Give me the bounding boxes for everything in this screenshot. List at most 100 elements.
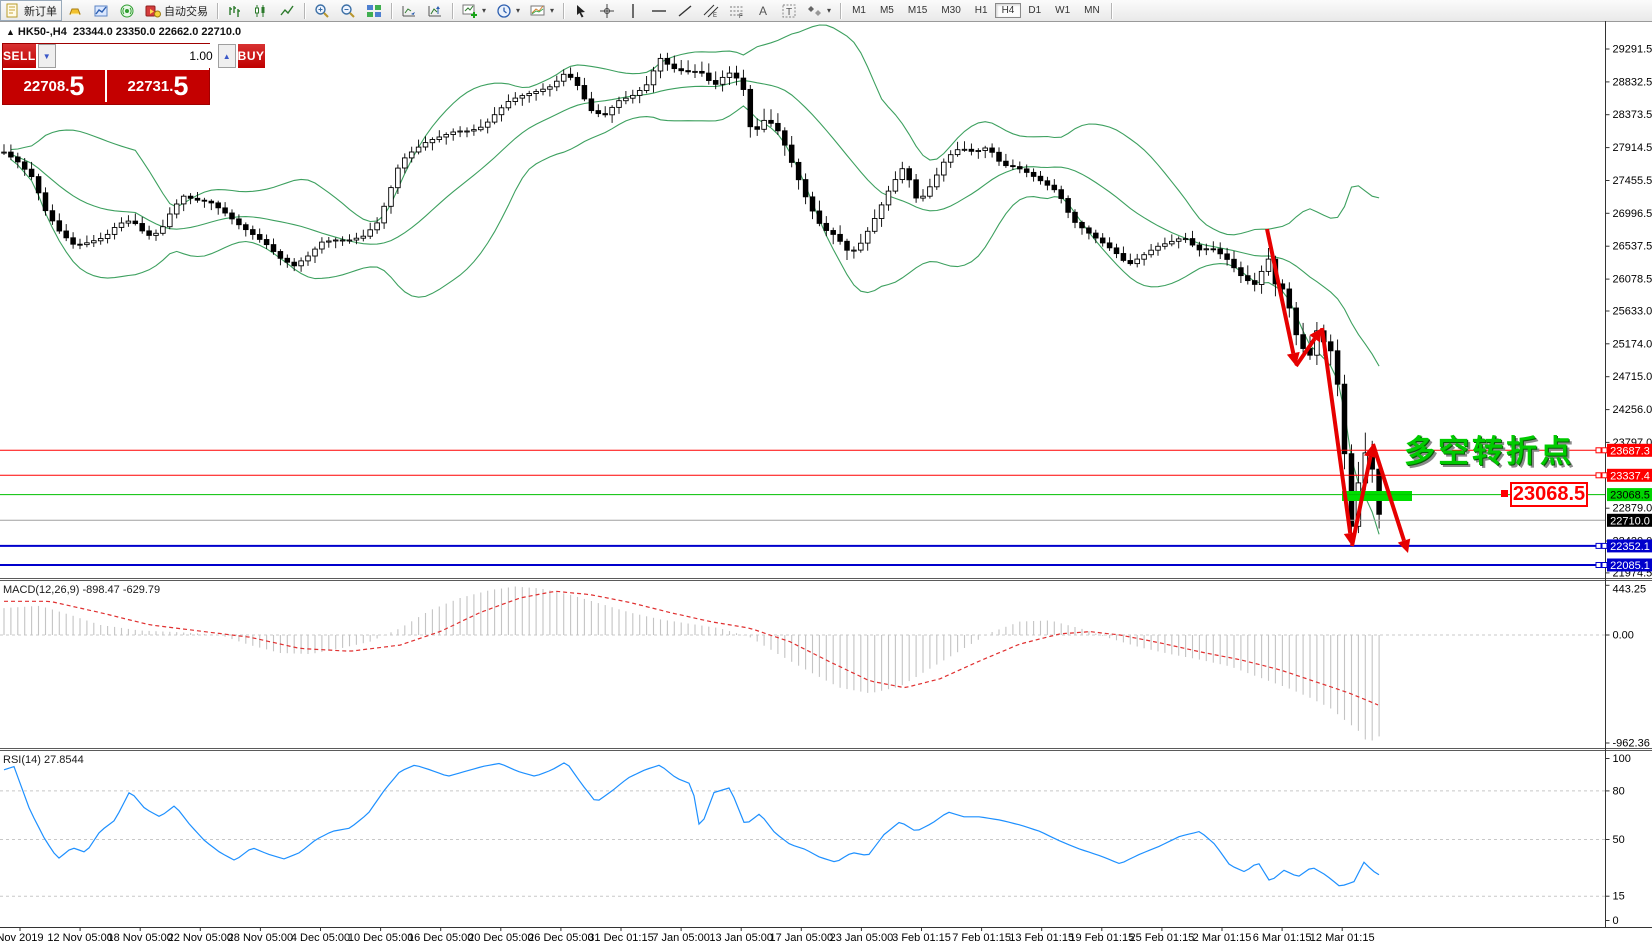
price-tag-label[interactable]: 23068.5 [1510, 482, 1588, 507]
time-tick-label: 18 Nov 05:00 [107, 932, 172, 944]
market-watch-button[interactable] [62, 0, 88, 21]
auto-scroll-button[interactable] [396, 0, 422, 21]
time-tick-label: 7 Jan 05:00 [652, 932, 710, 944]
zoom-out-button[interactable] [335, 0, 361, 21]
time-tick-label: 12 Nov 05:00 [47, 932, 112, 944]
periods-button[interactable]: ▾ [491, 0, 525, 21]
price-tick-label: 26078.5 [1613, 274, 1652, 286]
text-tool-button[interactable]: A [750, 0, 776, 21]
fibonacci-icon: F [729, 3, 745, 19]
zoom-in-button[interactable] [309, 0, 335, 21]
buy-button[interactable]: BUY [236, 44, 265, 68]
toolbar-separator [563, 3, 564, 19]
time-axis[interactable]: Nov 201912 Nov 05:0018 Nov 05:0022 Nov 0… [0, 928, 1375, 945]
timeframe-button-m30[interactable]: M30 [934, 3, 967, 18]
candles [2, 53, 1382, 544]
rsi-axis-label: 80 [1613, 785, 1625, 797]
time-tick-label: 4 Dec 05:00 [291, 932, 350, 944]
timeframe-button-m5[interactable]: M5 [873, 3, 901, 18]
new-chart-button[interactable]: ▾ [457, 0, 491, 21]
line-chart-icon [279, 3, 295, 19]
label-tool-button[interactable]: T [776, 0, 802, 21]
price-tag-handle[interactable] [1501, 490, 1508, 497]
line-handle[interactable] [1596, 543, 1601, 548]
volume-input[interactable] [56, 44, 218, 68]
channel-tool-button[interactable]: E [698, 0, 724, 21]
price-axis[interactable]: 29291.528832.528373.527914.527455.526996… [1602, 44, 1652, 928]
text-label-icon: T [781, 3, 797, 19]
horizontal-line-tool-button[interactable] [646, 0, 672, 21]
bar-chart-button[interactable] [222, 0, 248, 21]
price-tick-label: 27455.5 [1613, 175, 1652, 187]
time-tick-label: 23 Jan 05:00 [830, 932, 894, 944]
chart-profile-icon [93, 3, 109, 19]
timeframe-button-d1[interactable]: D1 [1021, 3, 1048, 18]
time-tick-label: 22 Nov 05:00 [168, 932, 233, 944]
time-tick-label: 13 Jan 05:00 [709, 932, 773, 944]
one-click-trading-panel: SELL ▼ ▲ BUY 22708.5 22731.5 [2, 43, 210, 105]
trendline-tool-button[interactable] [672, 0, 698, 21]
sell-button[interactable]: SELL [3, 44, 38, 68]
line-chart-button[interactable] [274, 0, 300, 21]
clock-icon [496, 3, 512, 19]
signals-button[interactable] [114, 0, 140, 21]
toolbar-separator [304, 3, 305, 19]
fibonacci-tool-button[interactable]: F [724, 0, 750, 21]
line-handle[interactable] [1596, 473, 1601, 478]
timeframe-button-h4[interactable]: H4 [995, 3, 1022, 18]
toolbar-separator [391, 3, 392, 19]
chart-shift-button[interactable] [422, 0, 448, 21]
new-order-button[interactable]: 新订单 [0, 0, 62, 21]
svg-text:T: T [786, 7, 792, 18]
crosshair-icon [599, 3, 615, 19]
rsi-axis-label: 15 [1613, 891, 1625, 903]
templates-button[interactable]: ▾ [525, 0, 559, 21]
time-tick-label: 16 Dec 05:00 [408, 932, 473, 944]
line-price-label-text: 23687.3 [1610, 445, 1650, 457]
time-tick-label: 19 Feb 01:15 [1069, 932, 1134, 944]
time-tick-label: 31 Dec 01:15 [588, 932, 653, 944]
volume-decrease-button[interactable]: ▼ [38, 44, 56, 68]
profile-button[interactable] [88, 0, 114, 21]
ask-price[interactable]: 22731.5 [107, 70, 209, 102]
green-zone-box[interactable] [1342, 491, 1412, 501]
quote-header: ▲HK50-,H4 23344.0 23350.0 22662.0 22710.… [6, 26, 241, 38]
toolbar-separator [452, 3, 453, 19]
timeframe-button-w1[interactable]: W1 [1048, 3, 1077, 18]
ask-price-big-digit: 5 [173, 73, 188, 100]
timeframe-button-mn[interactable]: MN [1077, 3, 1107, 18]
rsi-line [4, 763, 1379, 886]
arrows-tool-button[interactable]: ▾ [802, 0, 836, 21]
text-icon: A [755, 3, 771, 19]
trendline-icon [677, 3, 693, 19]
price-tick-label: 28832.5 [1613, 76, 1652, 88]
tile-windows-button[interactable] [361, 0, 387, 21]
bid-price[interactable]: 22708.5 [3, 70, 107, 102]
candlestick-chart-button[interactable] [248, 0, 274, 21]
line-handle[interactable] [1596, 563, 1601, 568]
chart-canvas: 29291.528832.528373.527914.527455.526996… [0, 21, 1652, 945]
timeframe-button-m1[interactable]: M1 [845, 3, 873, 18]
line-handle[interactable] [1596, 448, 1601, 453]
zoom-out-icon [340, 3, 356, 19]
volume-control: ▼ ▲ [38, 44, 236, 68]
turning-point-annotation[interactable]: 多空转折点 [1404, 426, 1574, 471]
vertical-line-tool-button[interactable] [620, 0, 646, 21]
time-tick-label: 3 Feb 01:15 [892, 932, 951, 944]
time-tick-label: 28 Nov 05:00 [228, 932, 293, 944]
price-tick-label: 25174.0 [1613, 338, 1652, 350]
crosshair-tool-button[interactable] [594, 0, 620, 21]
autotrade-label: 自动交易 [164, 3, 208, 19]
trend-arrows[interactable] [1267, 229, 1410, 553]
macd-pane [0, 587, 1606, 741]
signal-icon [119, 3, 135, 19]
svg-text:22710.0: 22710.0 [1610, 515, 1650, 527]
timeframe-button-m15[interactable]: M15 [901, 3, 934, 18]
line-price-label-text: 22085.1 [1610, 560, 1650, 572]
cursor-tool-button[interactable] [568, 0, 594, 21]
volume-increase-button[interactable]: ▲ [218, 44, 236, 68]
timeframe-button-h1[interactable]: H1 [968, 3, 995, 18]
time-tick-label: 12 Mar 01:15 [1310, 932, 1375, 944]
autotrade-button[interactable]: 自动交易 [140, 0, 213, 21]
line-price-label-text: 22352.1 [1610, 541, 1650, 553]
